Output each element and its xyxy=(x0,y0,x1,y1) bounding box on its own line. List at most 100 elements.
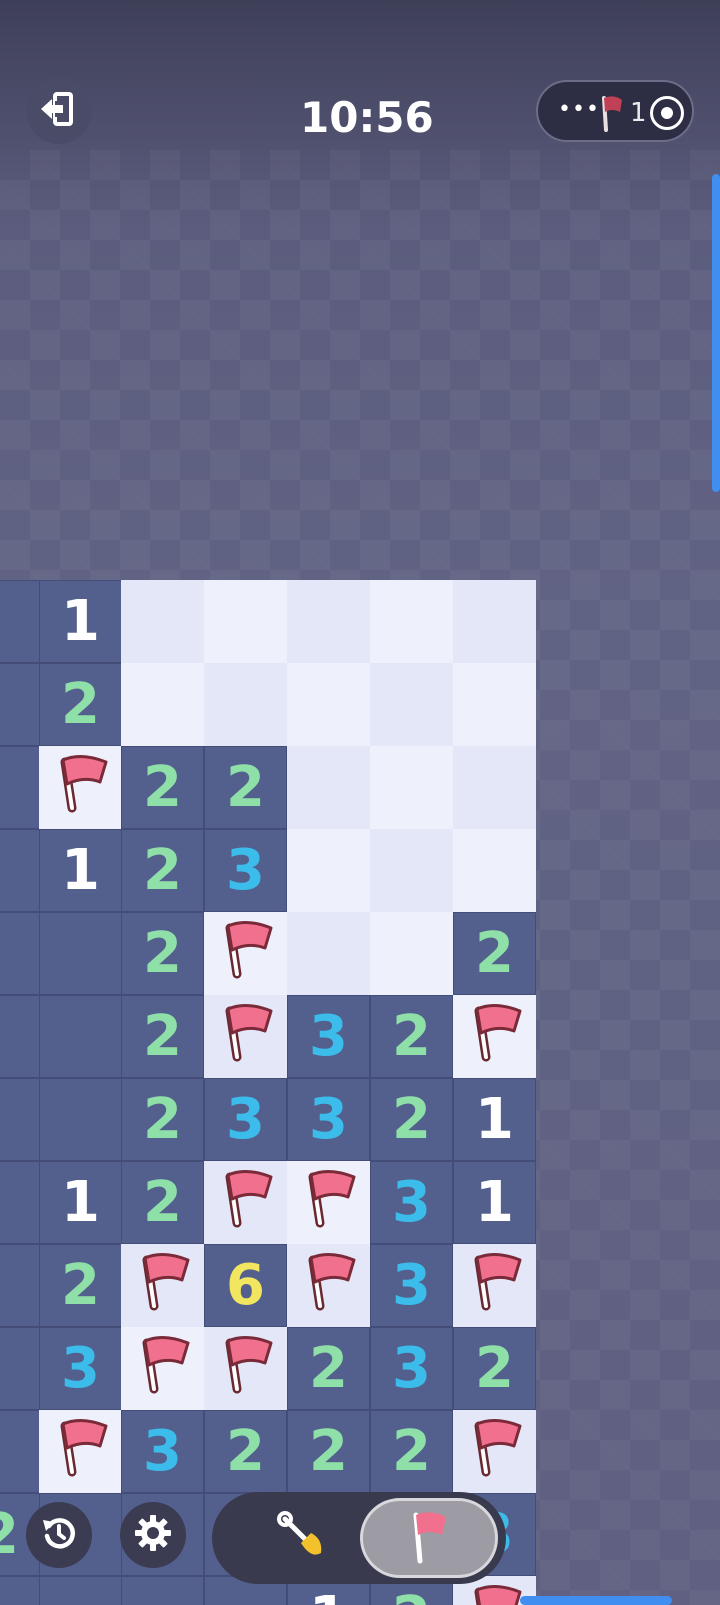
flagged-cell[interactable] xyxy=(39,1410,122,1493)
number-cell[interactable]: 2 xyxy=(453,912,536,995)
flagged-cell[interactable] xyxy=(204,1327,287,1410)
flag-icon xyxy=(213,1329,279,1409)
cell-number: 2 xyxy=(475,1336,514,1401)
revealed-cell[interactable] xyxy=(0,1161,41,1244)
number-cell[interactable]: 3 xyxy=(39,1327,122,1410)
hidden-cell[interactable] xyxy=(287,580,370,663)
cell-number: 1 xyxy=(61,838,100,903)
number-cell[interactable]: 2 xyxy=(204,746,287,829)
flagged-cell[interactable] xyxy=(204,995,287,1078)
flagged-cell[interactable] xyxy=(453,995,536,1078)
hidden-cell[interactable] xyxy=(204,663,287,746)
revealed-cell[interactable] xyxy=(0,1327,41,1410)
hidden-cell[interactable] xyxy=(287,829,370,912)
flagged-cell[interactable] xyxy=(453,1410,536,1493)
hidden-cell[interactable] xyxy=(453,663,536,746)
flagged-cell[interactable] xyxy=(204,912,287,995)
hidden-cell[interactable] xyxy=(121,663,204,746)
scrollbar[interactable] xyxy=(712,174,720,492)
revealed-cell[interactable] xyxy=(0,829,41,912)
flagged-cell[interactable] xyxy=(121,1244,204,1327)
number-cell[interactable]: 2 xyxy=(287,1410,370,1493)
hidden-cell[interactable] xyxy=(287,912,370,995)
flagged-cell[interactable] xyxy=(204,1161,287,1244)
hidden-cell[interactable] xyxy=(453,829,536,912)
dig-mode-button[interactable] xyxy=(252,1506,352,1570)
hidden-cell[interactable] xyxy=(370,663,453,746)
revealed-cell[interactable] xyxy=(0,580,41,663)
revealed-cell[interactable] xyxy=(39,912,122,995)
number-cell[interactable]: 2 xyxy=(370,995,453,1078)
settings-button[interactable] xyxy=(120,1502,186,1568)
hidden-cell[interactable] xyxy=(370,580,453,663)
number-cell[interactable]: 2 xyxy=(121,746,204,829)
number-cell[interactable]: 2 xyxy=(39,1244,122,1327)
number-cell[interactable]: 3 xyxy=(287,1078,370,1161)
flagged-cell[interactable] xyxy=(39,746,122,829)
revealed-cell[interactable] xyxy=(0,912,41,995)
hidden-cell[interactable] xyxy=(204,580,287,663)
revealed-cell[interactable] xyxy=(39,1078,122,1161)
hidden-cell[interactable] xyxy=(453,746,536,829)
hidden-cell[interactable] xyxy=(121,580,204,663)
hidden-cell[interactable] xyxy=(287,746,370,829)
flag-mode-button[interactable] xyxy=(360,1498,498,1578)
undo-button[interactable] xyxy=(26,1502,92,1568)
hidden-cell[interactable] xyxy=(370,829,453,912)
hidden-cell[interactable] xyxy=(453,580,536,663)
revealed-cell[interactable] xyxy=(0,995,41,1078)
number-cell[interactable]: 2 xyxy=(453,1327,536,1410)
cell-number: 3 xyxy=(392,1253,431,1318)
revealed-cell[interactable] xyxy=(39,1576,122,1605)
flagged-cell[interactable] xyxy=(287,1161,370,1244)
number-cell[interactable]: 3 xyxy=(204,829,287,912)
revealed-cell[interactable] xyxy=(0,1078,41,1161)
number-cell[interactable]: 3 xyxy=(287,995,370,1078)
number-cell[interactable]: 2 xyxy=(121,1078,204,1161)
number-cell[interactable]: 3 xyxy=(121,1410,204,1493)
revealed-cell[interactable] xyxy=(0,1576,41,1605)
number-cell[interactable]: 3 xyxy=(370,1161,453,1244)
hidden-cell[interactable] xyxy=(370,746,453,829)
hidden-cell[interactable] xyxy=(287,663,370,746)
flagged-cell[interactable] xyxy=(121,1327,204,1410)
revealed-cell[interactable] xyxy=(0,1410,41,1493)
number-cell[interactable]: 3 xyxy=(370,1327,453,1410)
number-cell[interactable]: 2 xyxy=(121,1161,204,1244)
number-cell[interactable]: 3 xyxy=(370,1244,453,1327)
number-cell[interactable]: 1 xyxy=(39,1161,122,1244)
hidden-cell[interactable] xyxy=(370,912,453,995)
revealed-cell[interactable] xyxy=(0,663,41,746)
revealed-cell[interactable] xyxy=(0,746,41,829)
number-cell[interactable]: 1 xyxy=(453,1161,536,1244)
flag-icon xyxy=(213,1163,279,1243)
number-cell[interactable]: 1 xyxy=(453,1078,536,1161)
revealed-cell[interactable] xyxy=(121,1576,204,1605)
flagged-cell[interactable] xyxy=(453,1244,536,1327)
revealed-cell[interactable] xyxy=(0,1244,41,1327)
cell-number: 2 xyxy=(392,1585,431,1605)
home-indicator xyxy=(520,1596,672,1605)
number-cell[interactable]: 2 xyxy=(39,663,122,746)
number-cell[interactable]: 2 xyxy=(370,1078,453,1161)
cell-number: 2 xyxy=(309,1419,348,1484)
number-cell[interactable]: 1 xyxy=(39,580,122,663)
number-cell[interactable]: 2 xyxy=(204,1410,287,1493)
revealed-cell[interactable] xyxy=(39,995,122,1078)
more-dots-icon[interactable]: ••• xyxy=(558,99,600,121)
flagged-cell[interactable] xyxy=(287,1244,370,1327)
mini-program-capsule[interactable]: ••• 1 xyxy=(536,80,694,142)
cell-number: 2 xyxy=(226,1419,265,1484)
number-cell[interactable]: 6 xyxy=(204,1244,287,1327)
number-cell[interactable]: 2 xyxy=(121,829,204,912)
number-cell[interactable]: 2 xyxy=(287,1327,370,1410)
number-cell[interactable]: 3 xyxy=(204,1078,287,1161)
mode-switch xyxy=(212,1492,506,1584)
cell-number: 2 xyxy=(143,1004,182,1069)
target-icon[interactable] xyxy=(650,96,684,130)
number-cell[interactable]: 2 xyxy=(121,995,204,1078)
number-cell[interactable]: 2 xyxy=(121,912,204,995)
exit-button[interactable] xyxy=(26,78,92,144)
number-cell[interactable]: 1 xyxy=(39,829,122,912)
number-cell[interactable]: 2 xyxy=(370,1410,453,1493)
